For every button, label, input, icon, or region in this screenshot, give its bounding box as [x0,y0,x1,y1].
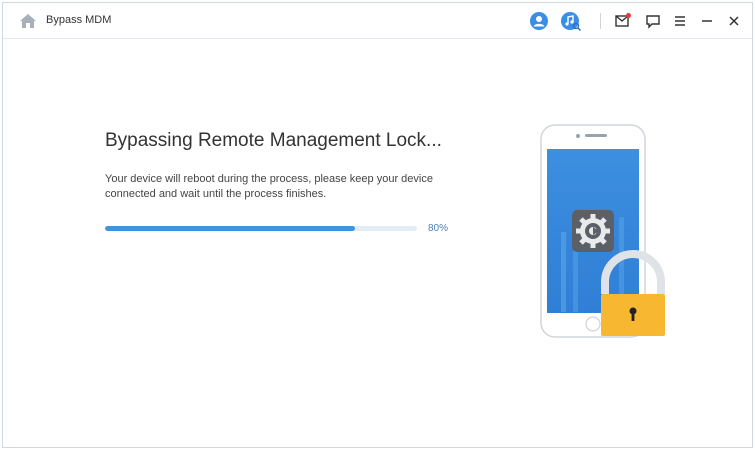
app-title: Bypass MDM [46,14,112,26]
minimize-icon[interactable] [698,11,718,31]
progress-fill [105,226,355,231]
page-title: Bypassing Remote Management Lock... [105,130,442,151]
progress-percent: 80% [428,223,449,234]
account-icon[interactable] [529,11,549,31]
title-bar: Bypass MDM [3,3,752,39]
toolbar-separator [600,13,601,29]
close-icon[interactable] [725,11,745,31]
mail-icon[interactable] [614,11,634,31]
progress-bar [105,226,417,231]
app-window: Bypass MDM Bypassing Remote Management L… [2,2,753,448]
description-line: connected and wait until the process fin… [105,188,327,200]
menu-icon[interactable] [671,11,691,31]
home-icon[interactable] [18,11,38,31]
phone-lock-illustration [533,122,673,342]
feedback-icon[interactable] [644,11,664,31]
music-search-icon[interactable] [560,11,582,32]
main-content: Bypassing Remote Management Lock... Your… [3,40,752,449]
description: Your device will reboot during the proce… [105,172,445,202]
description-line: Your device will reboot during the proce… [105,173,433,185]
